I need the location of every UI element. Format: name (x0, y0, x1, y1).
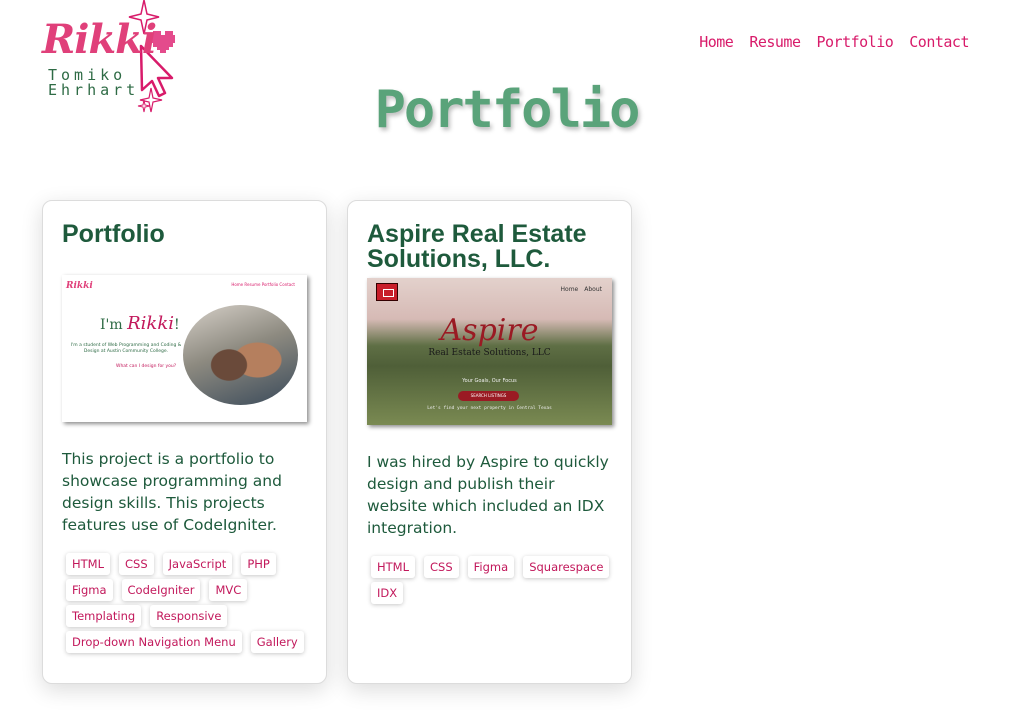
tag-responsive: Responsive (150, 605, 228, 627)
main-nav: Home Resume Portfolio Contact (699, 33, 969, 51)
tag-html: HTML (371, 556, 416, 578)
thumb-cta: What can I design for you? (116, 364, 177, 369)
tag-javascript: JavaScript (162, 553, 233, 575)
project-title: Aspire Real Estate Solutions, LLC. (367, 220, 587, 273)
thumb-footer: Let's find your next property in Central… (427, 406, 552, 411)
project-thumbnail[interactable]: Home About Aspire Real Estate Solutions, … (367, 278, 612, 425)
tag-codeigniter: CodeIgniter (121, 579, 201, 601)
thumb-greeting-prefix: I'm (100, 317, 123, 333)
tag-list: HTML CSS Figma Squarespace IDX (367, 556, 612, 604)
project-title: Portfolio (62, 220, 165, 248)
thumb-name: Rikki (127, 313, 174, 334)
nav-link-contact[interactable]: Contact (909, 33, 969, 51)
thumb-nav: Home About (555, 286, 602, 293)
thumb-logo: Rikki (66, 281, 93, 291)
thumb-brand: Aspire (440, 313, 539, 348)
project-card-aspire: Aspire Real Estate Solutions, LLC. Home A… (347, 200, 632, 684)
project-thumbnail[interactable]: Rikki Home Resume Portfolio Contact I'm … (62, 275, 307, 422)
tag-css: CSS (119, 553, 154, 575)
thumb-nav: Home Resume Portfolio Contact (231, 282, 295, 287)
tag-figma: Figma (66, 579, 113, 601)
tag-squarespace: Squarespace (523, 556, 610, 578)
thumb-nav-home: Home (560, 286, 579, 293)
thumb-greeting: I'm Rikki! (100, 313, 180, 334)
thumb-subtext: I'm a student of Web Programming and Cod… (70, 343, 182, 354)
page-title: Portfolio (374, 80, 641, 140)
tag-mvc: MVC (209, 579, 248, 601)
tag-php: PHP (241, 553, 276, 575)
tag-html: HTML (66, 553, 111, 575)
thumb-photo (183, 305, 298, 405)
nav-link-home[interactable]: Home (699, 33, 734, 51)
thumb-exclaim: ! (174, 317, 180, 333)
nav-link-portfolio[interactable]: Portfolio (817, 33, 894, 51)
project-card-portfolio: Portfolio Rikki Home Resume Portfolio Co… (42, 200, 327, 684)
thumb-nav-about: About (584, 286, 602, 293)
project-description: I was hired by Aspire to quickly design … (367, 453, 609, 537)
thumb-tagline: Your Goals, Our Focus (462, 378, 517, 384)
tag-templating: Templating (66, 605, 142, 627)
tag-list: HTML CSS JavaScript PHP Figma CodeIgnite… (62, 553, 307, 653)
project-description: This project is a portfolio to showcase … (62, 450, 282, 534)
nav-link-resume[interactable]: Resume (749, 33, 801, 51)
tag-idx: IDX (371, 582, 404, 604)
thumb-subtitle: Real Estate Solutions, LLC (428, 348, 551, 358)
tag-css: CSS (424, 556, 459, 578)
tag-figma: Figma (467, 556, 515, 578)
thumb-search-button: SEARCH LISTINGS (458, 391, 519, 401)
tag-dropdown-nav: Drop-down Navigation Menu (66, 631, 242, 653)
logo-script-name: Rikki (42, 16, 157, 63)
tag-gallery: Gallery (250, 631, 304, 653)
thumb-logo-icon (376, 283, 398, 301)
